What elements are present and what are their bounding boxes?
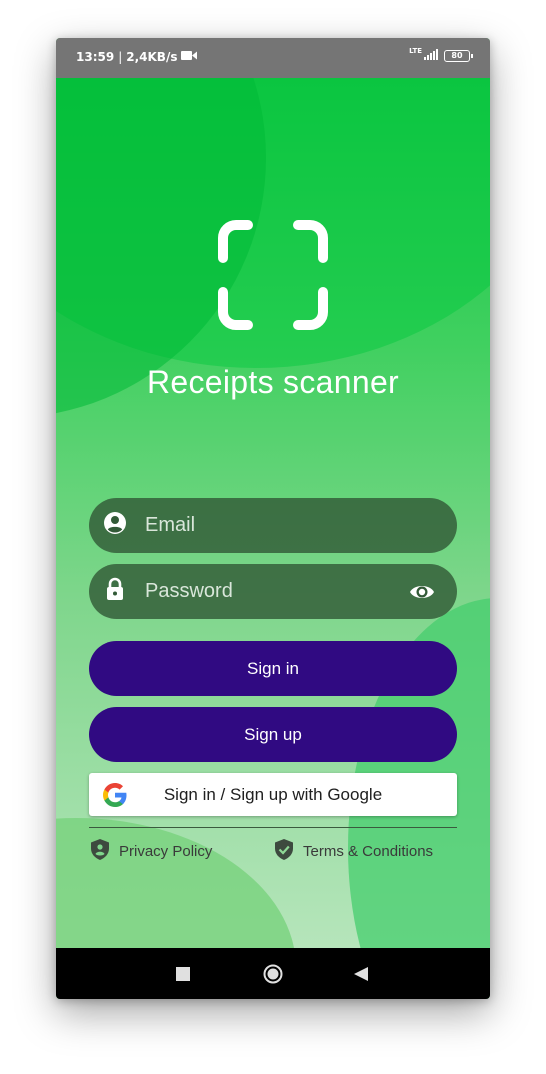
email-input[interactable]: [143, 513, 387, 538]
recent-apps-icon[interactable]: [176, 967, 190, 986]
phone-screen: 13:59 | 2,4KB/s LTE 80 Receipts scanner …: [56, 38, 490, 999]
terms-label: Terms & Conditions: [303, 843, 434, 860]
battery-level: 80: [451, 51, 463, 60]
home-icon[interactable]: [263, 964, 283, 989]
shield-account-icon: [91, 839, 109, 864]
sign-up-button[interactable]: Sign up: [89, 707, 457, 762]
password-input[interactable]: [143, 579, 387, 604]
google-sign-in-button[interactable]: Sign in / Sign up with Google: [89, 773, 457, 816]
status-separator: |: [118, 50, 123, 64]
account-circle-icon: [103, 511, 127, 540]
privacy-policy-label: Privacy Policy: [119, 843, 213, 860]
terms-link[interactable]: Terms & Conditions: [275, 839, 433, 864]
status-time: 13:59: [76, 50, 115, 64]
privacy-policy-link[interactable]: Privacy Policy: [91, 839, 212, 864]
video-camera-icon: [181, 50, 198, 64]
back-icon[interactable]: [354, 967, 368, 986]
lock-icon: [103, 577, 127, 606]
divider: [89, 827, 457, 828]
network-speed: 2,4KB/s: [126, 50, 178, 64]
eye-icon[interactable]: [409, 579, 435, 610]
signal-icon: [424, 49, 438, 63]
google-button-label: Sign in / Sign up with Google: [163, 785, 383, 804]
login-screen: Receipts scanner Email Sign in Sign up S…: [56, 78, 490, 948]
network-type: LTE: [409, 47, 422, 55]
shield-check-icon: [275, 839, 293, 864]
battery-icon: 80: [444, 50, 473, 62]
email-field[interactable]: [89, 498, 457, 553]
status-bar: 13:59 | 2,4KB/s LTE 80: [56, 38, 490, 78]
navigation-bar: [56, 948, 490, 999]
scan-frame-icon: [218, 220, 328, 330]
password-field[interactable]: [89, 564, 457, 619]
sign-in-button[interactable]: Sign in: [89, 641, 457, 696]
app-title: Receipts scanner: [146, 364, 400, 400]
